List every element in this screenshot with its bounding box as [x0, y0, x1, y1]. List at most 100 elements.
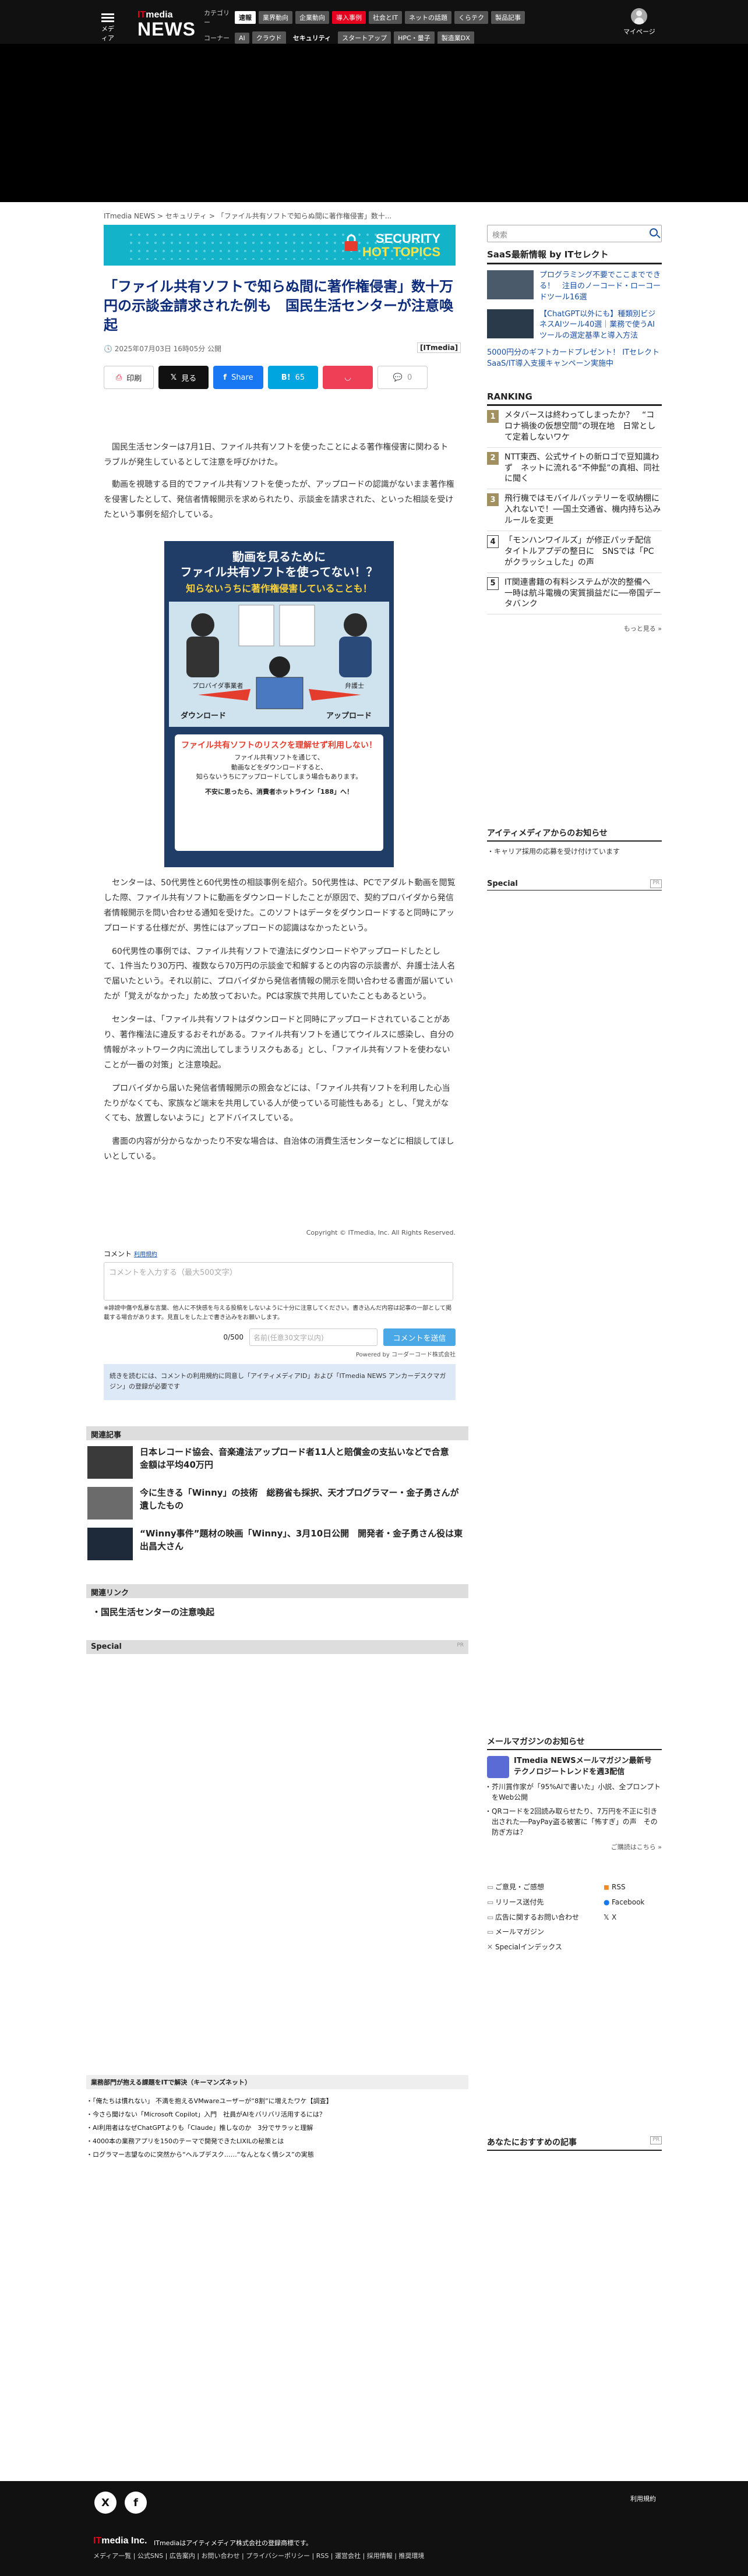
related-link-text: 国民生活センターの注意喚起 [101, 1607, 215, 1617]
ranking-item[interactable]: 4 「モンハンワイルズ」が修正パッチ配信 タイトルアプデの整日に SNSでは「PC… [487, 531, 662, 573]
mailmag-item[interactable]: 芥川賞作家が「95%AIで書いた」小説、全プロンプトをWeb公開 [485, 1782, 662, 1803]
special-heading: Special PR [86, 1640, 468, 1654]
facebook-icon[interactable]: f [125, 2492, 147, 2514]
mailmag-subscribe-link[interactable]: ご購読はこちら » [487, 1842, 662, 1851]
facebook-link[interactable]: ● Facebook [604, 1895, 644, 1910]
nav-corner[interactable]: クラウド [252, 31, 286, 44]
keymans-item-text: 「俺たちは慣れない」 不満を抱えるVMwareユーザーが“8割”に増えたワケ【調… [93, 2097, 333, 2105]
download-label: ダウンロード [181, 711, 226, 720]
comment-rules-link[interactable]: 利用規約 [134, 1252, 157, 1258]
site-header: メディア ITmedia NEWS カテゴリー 速報 業界動向 企業動向 導入事… [0, 0, 748, 44]
rank-number: 2 [487, 451, 499, 465]
link-text: 広告に関するお問い合わせ [495, 1913, 580, 1921]
paragraph: 国民生活センターは7月1日、ファイル共有ソフトを使ったことによる著作権侵害に関わ… [104, 443, 449, 467]
facebook-icon: ● [604, 1897, 610, 1906]
menu-button[interactable]: メディア [99, 12, 117, 43]
paragraph: 書面の内容が分からなかったり不安な場合は、自治体の消費生活センターなどに相談して… [104, 1137, 454, 1162]
saas-promo-link[interactable]: 5000円分のギフトカードプレゼント！ ITセレクトSaaS/IT導入支援キャン… [487, 348, 662, 370]
keymans-item[interactable]: ・ログラマー志望なのに突然から“ヘルプデスク……“なんとなく情シス”の実態 [86, 2148, 468, 2161]
site-logo[interactable]: ITmedia NEWS [137, 10, 196, 40]
mailmag-item[interactable]: QRコードを2回読み取らせたり、7万円を不正に引き出された──PayPay盗る被… [485, 1806, 662, 1838]
saas-item[interactable]: プログラミング不要でここまでできる！ 注目のノーコード・ローコードツール16選 [487, 270, 662, 303]
related-links-heading: 関連リンク [86, 1584, 468, 1598]
avatar-icon [631, 8, 648, 24]
mailmag-link[interactable]: ▭ メールマガジン [487, 1925, 604, 1940]
special-index-link[interactable]: ✕ Specialインデックス [487, 1940, 604, 1955]
print-button[interactable]: ⎙ 印刷 [104, 366, 154, 389]
ranking-item[interactable]: 2 NTT東西、公式サイトの新ロゴで豆知識わず ネットに流れる“不伸髭”の真相、同… [487, 448, 662, 490]
comment-count-button[interactable]: 💬 0 [377, 366, 428, 389]
feedback-link[interactable]: ▭ ご意見・ご感想 [487, 1880, 604, 1895]
ranking-more-link[interactable]: もっと見る » [487, 624, 662, 633]
nav-category[interactable]: くらテク [454, 11, 488, 24]
nav-corner[interactable]: HPC・量子 [394, 31, 435, 44]
ranking-item[interactable]: 5 IT関連書籍の有料システムが次的整備へ 一時は航斗電機の実質損益だに──帝国デ… [487, 573, 662, 615]
link-text: Specialインデックス [495, 1943, 562, 1952]
nav-corner[interactable]: 製造業DX [437, 31, 474, 44]
keymans-list: ・「俺たちは慣れない」 不満を抱えるVMwareユーザーが“8割”に増えたワケ【… [86, 2094, 468, 2161]
send-comment-button[interactable]: コメントを送信 [383, 1328, 456, 1346]
ranking-title: NTT東西、公式サイトの新ロゴで豆知識わず ネットに流れる“不伸髭”の真相、同社… [504, 452, 660, 484]
nav-corner[interactable]: スタートアップ [338, 31, 391, 44]
brand-label: [ITmedia] [417, 342, 461, 353]
notice-item[interactable]: ・キャリア採用の応募を受け付けています [487, 846, 662, 856]
logo-rest: media Inc. [101, 2536, 147, 2546]
nav-category[interactable]: 製品記事 [491, 11, 525, 24]
pocket-button[interactable]: ◡ [323, 366, 373, 389]
ranking-item[interactable]: 1 メタバースは終わってしまったか？ “コロナ禍後の仮想空間”の現在地 日常として… [487, 406, 662, 448]
name-input[interactable]: 名前(任意30文字以内) [249, 1328, 377, 1346]
search-icon[interactable] [650, 228, 658, 236]
banner-line1: SECURITY [375, 231, 441, 246]
hatena-bookmark-button[interactable]: B! 65 [268, 366, 318, 389]
ranking-item[interactable]: 3 飛行機ではモバイルバッテリーを収納棚に入れないで！──国土交通省、機内持ち込み… [487, 489, 662, 532]
keymans-item[interactable]: ・「俺たちは慣れない」 不満を抱えるVMwareユーザーが“8割”に増えたワケ【… [86, 2094, 468, 2108]
logo-news: NEWS [137, 19, 196, 40]
menu-label: メディア [101, 25, 114, 42]
footer-logo[interactable]: ITmedia Inc. [93, 2536, 147, 2546]
footer-terms-link[interactable]: 利用規約 [630, 2494, 656, 2503]
ranking-title: IT関連書籍の有料システムが次的整備へ 一時は航斗電機の実質損益だに──帝国デー… [504, 577, 661, 609]
release-link[interactable]: ▭ リリース送付先 [487, 1895, 604, 1910]
x-link[interactable]: 𝕏X [604, 1910, 644, 1925]
saas-item[interactable]: 【ChatGPT以外にも】種類別ビジネスAIツール40選｜業務で使うAIツールの… [487, 309, 662, 342]
hotline-text: 不安に思ったら、消費者ホットライン「188」へ！ [205, 787, 353, 796]
comment-note: ※誹謗中傷や乱暴な言葉、他人に不快感を与える投稿をしないように十分に注意してくだ… [104, 1305, 451, 1321]
related-item[interactable]: 日本レコード協会、音楽違法アップロード者11人と賠償金の支払いなどで合意 金額は… [87, 1446, 466, 1479]
related-link[interactable]: ・国民生活センターの注意喚起 [92, 1606, 214, 1618]
nav-category[interactable]: 業界動向 [259, 11, 292, 24]
warning-line: ファイル共有ソフトを通じて、 [234, 754, 324, 761]
breadcrumb[interactable]: ITmedia NEWS > セキュリティ > 「ファイル共有ソフトで知らぬ間に… [104, 211, 391, 221]
pr-badge: PR [650, 879, 662, 888]
related-item[interactable]: 今に生きる「Winny」の技術 総務省も採択、天才プログラマー・金子勇さんが遺し… [87, 1487, 466, 1520]
special-label: Special [487, 879, 518, 888]
comment-textarea[interactable]: コメントを入力する（最大500文字） [104, 1262, 453, 1301]
nav-category[interactable]: 速報 [235, 11, 256, 24]
nav-category[interactable]: 導入事例 [332, 11, 366, 24]
keymans-item[interactable]: ・AI利用者はなぜChatGPTよりも「Claude」推しなのか 3分でサラッと… [86, 2121, 468, 2135]
mailmag-latest[interactable]: ITmedia NEWSメールマガジン最新号 テクノロジートレンドを週3配信 [487, 1756, 662, 1778]
nav-category[interactable]: 社会とIT [369, 11, 402, 24]
facebook-share-button[interactable]: f Share [213, 366, 263, 389]
security-hot-topics-banner[interactable]: SECURITY HOT TOPICS [104, 225, 456, 266]
paragraph: センターは、50代男性と60代男性の相談事例を紹介。50代男性は、PCでアダルト… [104, 878, 456, 933]
footer-links[interactable]: メディア一覧 | 公式SNS | 広告案内 | お問い合わせ | プライバシーポ… [93, 2551, 424, 2560]
nav-category[interactable]: ネットの話題 [404, 11, 451, 24]
ranking-section: RANKING 1 メタバースは終わってしまったか？ “コロナ禍後の仮想空間”の現… [487, 391, 662, 633]
saas-section: SaaS最新情報 by ITセレクト プログラミング不要でここまでできる！ 注目… [487, 248, 662, 370]
keymans-item[interactable]: ・4000本の業務アプリを150のテーマで開発できたLIXILの秘策とは [86, 2135, 468, 2148]
ad-contact-link[interactable]: ▭ 広告に関するお問い合わせ [487, 1910, 604, 1925]
mailmag-heading: メールマガジンのお知らせ [487, 1736, 662, 1750]
keymans-item[interactable]: ・今さら聞けない「Microsoft Copilot」入門 社員がAIをバリバリ… [86, 2108, 468, 2121]
notice-section: アイティメディアからのお知らせ ・キャリア採用の応募を受け付けています [487, 827, 662, 856]
mypage-link[interactable]: マイページ [623, 8, 655, 36]
nav-corner[interactable]: AI [235, 32, 249, 44]
nav-corner-security[interactable]: セキュリティ [289, 31, 335, 44]
search-input[interactable]: 検索 [487, 225, 662, 242]
x-share-button[interactable]: 𝕏 見る [158, 366, 209, 389]
nav-category[interactable]: 企業動向 [295, 11, 329, 24]
related-item[interactable]: “Winny事件”題材の映画「Winny」、3月10日公開 開発者・金子勇さん役… [87, 1528, 466, 1560]
article-figure[interactable]: 動画を見るために ファイル共有ソフトを使ってない！？ 知らないうちに著作権侵害して… [164, 541, 394, 867]
x-icon[interactable]: X [94, 2492, 117, 2514]
rss-link[interactable]: ◼ RSS [604, 1880, 644, 1895]
corner-label: コーナー [204, 34, 230, 42]
